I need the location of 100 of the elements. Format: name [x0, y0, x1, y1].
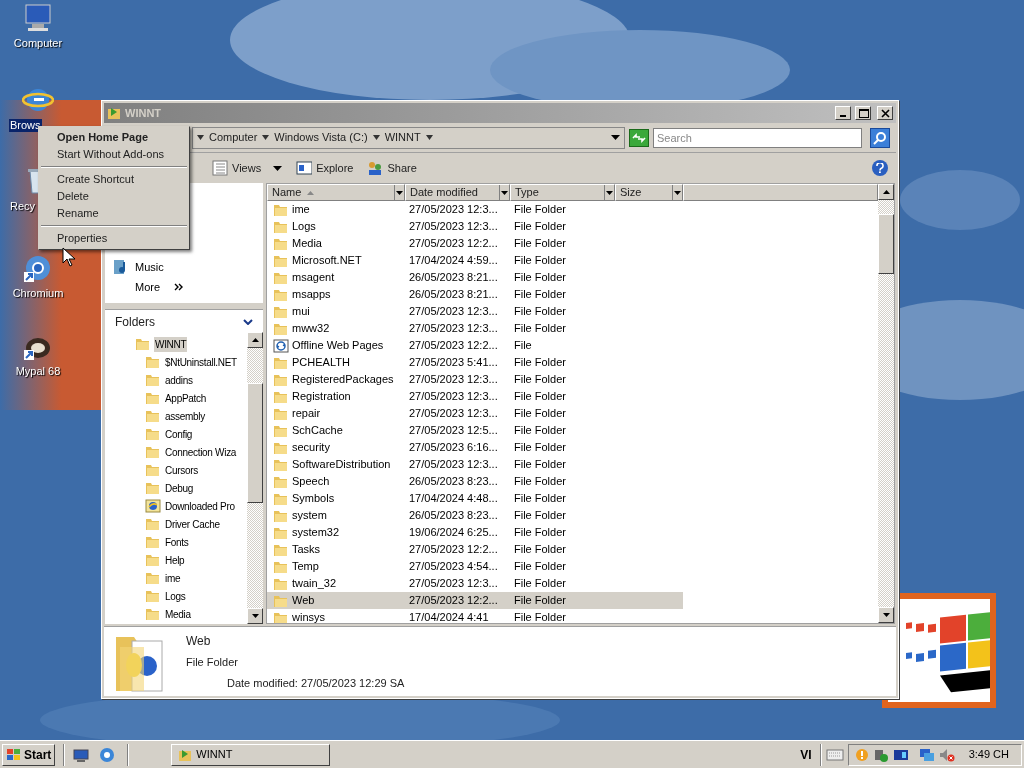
favorite-link[interactable]: More	[113, 279, 263, 295]
favorite-link[interactable]: Music	[113, 259, 263, 275]
tree-item[interactable]: ime	[164, 570, 182, 586]
file-row[interactable]: system32 19/06/2024 6:25... File Folder	[267, 524, 683, 541]
file-row[interactable]: Tasks 27/05/2023 12:2... File Folder	[267, 541, 683, 558]
column-header[interactable]: Name	[267, 184, 405, 201]
tree-item[interactable]: Help	[164, 552, 186, 568]
column-label: Name	[272, 185, 302, 201]
item-type: File Folder	[186, 655, 239, 670]
file-row[interactable]: Logs 27/05/2023 12:3... File Folder	[267, 218, 683, 235]
menu-item[interactable]: Create Shortcut	[39, 171, 189, 188]
file-row[interactable]: msapps 26/05/2023 8:21... File Folder	[267, 286, 683, 303]
minimize-button[interactable]	[835, 106, 851, 120]
file-row[interactable]: Offline Web Pages 27/05/2023 12:2... File	[267, 337, 683, 354]
toolbar-button[interactable]: Explore	[294, 157, 356, 179]
start-button[interactable]: Start	[2, 743, 56, 766]
search-field[interactable]: Search	[653, 127, 862, 148]
file-row[interactable]: Registration 27/05/2023 12:3... File Folder	[267, 388, 683, 405]
file-name: Tasks	[292, 542, 321, 558]
refresh-button[interactable]	[629, 128, 649, 147]
file-row[interactable]: security 27/05/2023 6:16... File Folder	[267, 439, 683, 456]
tree-item[interactable]: Connection Wiza	[164, 444, 238, 460]
desktop-icon-label[interactable]: Mypal 68	[14, 365, 62, 378]
toolbar-button[interactable]: Share	[365, 157, 419, 179]
type-cell-text: File Folder	[513, 287, 567, 303]
toolbar-button[interactable]: Views	[210, 157, 285, 179]
file-row[interactable]: RegisteredPackages 27/05/2023 12:3... File Folder	[267, 371, 683, 388]
help-button[interactable]	[872, 160, 888, 176]
taskbar-button[interactable]: WINNT	[171, 743, 331, 766]
file-row[interactable]: Speech 26/05/2023 8:23... File Folder	[267, 473, 683, 490]
tree-item[interactable]: addins	[164, 372, 194, 388]
menu-item[interactable]: Delete	[39, 188, 189, 205]
breadcrumb-item[interactable]: Computer	[209, 129, 258, 146]
file-row[interactable]: mww32 27/05/2023 12:3... File Folder	[267, 320, 683, 337]
folder-icon	[145, 588, 161, 604]
address-bar[interactable]: Computer Windows Vista (C:) WINNT	[192, 126, 625, 149]
date-cell-text: 27/05/2023 12:3...	[408, 389, 499, 405]
language-indicator[interactable]: VI	[800, 745, 812, 764]
close-icon	[879, 107, 891, 119]
security-icon	[872, 747, 889, 762]
computer-icon[interactable]	[22, 2, 54, 34]
tree-item[interactable]: WINNT	[154, 336, 188, 352]
tree-item[interactable]: Cursors	[164, 462, 199, 478]
file-row[interactable]: mui 27/05/2023 12:3... File Folder	[267, 303, 683, 320]
menu-item[interactable]: Rename	[39, 205, 189, 222]
menu-item[interactable]: Properties	[39, 230, 189, 247]
search-button[interactable]	[870, 127, 890, 148]
date-cell-text: 19/06/2024 6:25...	[408, 525, 499, 541]
desktop-icon-label[interactable]: Chromium	[11, 287, 65, 300]
file-row[interactable]: system 26/05/2023 8:23... File Folder	[267, 507, 683, 524]
file-row[interactable]: winsys 17/04/2024 4:41 File Folder	[267, 609, 683, 623]
file-name: SchCache	[292, 423, 343, 439]
tree-item[interactable]: AppPatch	[164, 390, 207, 406]
tree-item[interactable]: Driver Cache	[164, 516, 221, 532]
breadcrumb-item[interactable]: Windows Vista (C:)	[274, 129, 368, 146]
scrollbar[interactable]	[247, 332, 263, 624]
column-header[interactable]: Date modified	[405, 184, 510, 201]
file-name: Registration	[292, 389, 351, 405]
file-row[interactable]: twain_32 27/05/2023 12:3... File Folder	[267, 575, 683, 592]
tree-item[interactable]: assembly	[164, 408, 206, 424]
scroll-thumb[interactable]	[878, 214, 894, 274]
tree-item[interactable]: Debug	[164, 480, 194, 496]
date-cell-text: 27/05/2023 4:54...	[408, 559, 499, 575]
column-header[interactable]: Type	[510, 184, 615, 201]
folder-icon	[145, 480, 161, 496]
file-row[interactable]: Web 27/05/2023 12:2... File Folder	[267, 592, 683, 609]
scrollbar[interactable]	[878, 184, 894, 623]
close-button[interactable]	[877, 106, 893, 120]
type-cell-text: File Folder	[513, 576, 567, 592]
breadcrumb-item[interactable]: WINNT	[384, 129, 421, 146]
menu-item[interactable]: Open Home Page	[39, 129, 189, 146]
tree-item[interactable]: Downloaded Pro	[164, 498, 236, 514]
folder-icon	[178, 747, 193, 762]
date-cell-text: 27/05/2023 12:3...	[408, 321, 499, 337]
tree-item[interactable]: $NtUninstall.NET	[164, 354, 238, 370]
file-row[interactable]: SoftwareDistribution 27/05/2023 12:3... File Folder	[267, 456, 683, 473]
scroll-thumb[interactable]	[247, 383, 263, 503]
file-row[interactable]: repair 27/05/2023 12:3... File Folder	[267, 405, 683, 422]
file-row[interactable]: Media 27/05/2023 12:2... File Folder	[267, 235, 683, 252]
file-row[interactable]: SchCache 27/05/2023 12:5... File Folder	[267, 422, 683, 439]
clock[interactable]: 3:49 CH	[968, 746, 1009, 763]
desktop-icon-label[interactable]: Computer	[12, 37, 64, 50]
file-row[interactable]: Microsoft.NET 17/04/2024 4:59... File Folder	[267, 252, 683, 269]
tree-item[interactable]: Fonts	[164, 534, 190, 550]
file-row[interactable]: Temp 27/05/2023 4:54... File Folder	[267, 558, 683, 575]
tree-item[interactable]: Config	[164, 426, 194, 442]
file-row[interactable]: PCHEALTH 27/05/2023 5:41... File Folder	[267, 354, 683, 371]
maximize-button[interactable]	[855, 106, 871, 120]
file-row[interactable]: ime 27/05/2023 12:3... File Folder	[267, 201, 683, 218]
date-cell-text: 26/05/2023 8:23...	[408, 508, 499, 524]
chromium-icon[interactable]	[99, 746, 116, 763]
file-row[interactable]: msagent 26/05/2023 8:21... File Folder	[267, 269, 683, 286]
file-row[interactable]: Symbols 17/04/2024 4:48... File Folder	[267, 490, 683, 507]
tree-item[interactable]: Logs	[164, 588, 187, 604]
desktop-icon-label[interactable]: Recy	[9, 200, 37, 213]
show-desktop-icon[interactable]	[73, 747, 90, 762]
menu-item[interactable]: Start Without Add-ons	[39, 146, 189, 163]
panel-heading: Folders	[115, 314, 155, 331]
tree-item[interactable]: Media	[164, 606, 192, 622]
column-header[interactable]: Size	[615, 184, 683, 201]
